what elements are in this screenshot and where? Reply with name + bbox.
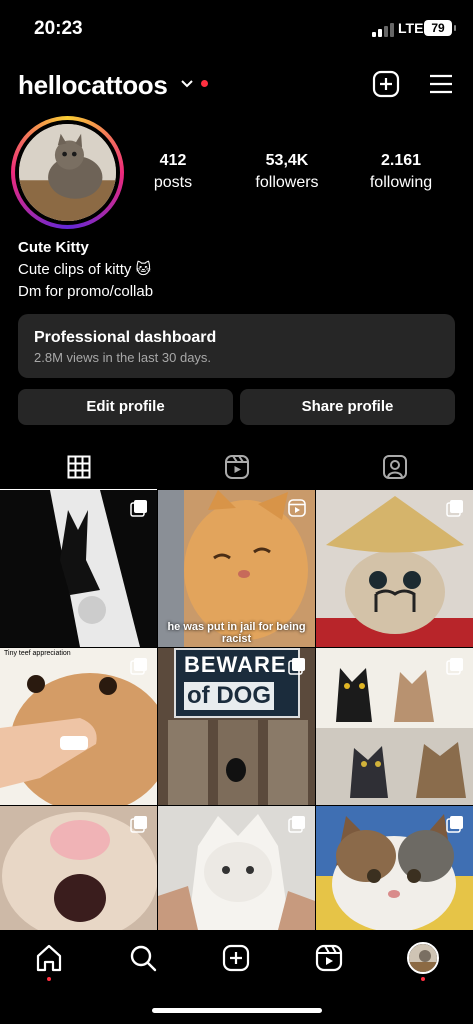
network-label: LTE: [398, 20, 424, 36]
create-icon: [222, 944, 250, 972]
nav-search[interactable]: [127, 942, 159, 974]
dashboard-title: Professional dashboard: [34, 329, 217, 346]
notification-dot: [47, 977, 51, 981]
status-bar: 20:23 LTE 79: [0, 0, 473, 56]
home-indicator: [152, 1008, 322, 1013]
notification-dot: [201, 80, 208, 87]
bio-line: Dm for promo/collab: [18, 283, 154, 300]
post-thumbnail[interactable]: [316, 648, 473, 805]
edit-profile-button[interactable]: Edit profile: [18, 389, 233, 425]
stat-posts[interactable]: 412 posts: [118, 152, 228, 192]
profile-avatar-ring[interactable]: [11, 116, 124, 229]
post-thumbnail[interactable]: he was put in jail for being racist: [158, 490, 315, 647]
following-count: 2.161: [380, 152, 422, 169]
clock: 20:23: [34, 18, 83, 39]
carousel-icon: [130, 815, 148, 833]
post-thumbnail[interactable]: [316, 806, 473, 930]
nav-profile[interactable]: [407, 942, 439, 974]
post-thumbnail[interactable]: [0, 490, 157, 647]
carousel-icon: [288, 815, 306, 833]
reel-icon: [288, 499, 306, 517]
post-thumbnail[interactable]: BEWARE of DOG: [158, 648, 315, 805]
post-thumbnail[interactable]: Tiny teef appreciation: [0, 648, 157, 805]
chevron-down-icon[interactable]: [180, 76, 194, 90]
posts-count: 412: [159, 152, 187, 169]
bio-line: Cute clips of kitty 🐱: [18, 261, 152, 278]
reels-icon: [315, 944, 343, 972]
search-icon: [130, 945, 157, 972]
post-thumbnail[interactable]: [316, 490, 473, 647]
tagged-icon: [382, 455, 407, 479]
battery-icon: 79: [424, 20, 456, 36]
reels-icon: [224, 455, 249, 479]
dashboard-subtitle: 2.8M views in the last 30 days.: [34, 350, 212, 365]
username[interactable]: hellocattoos: [18, 70, 168, 101]
professional-dashboard[interactable]: Professional dashboard 2.8M views in the…: [18, 314, 455, 378]
nav-reels[interactable]: [313, 942, 345, 974]
tab-tagged[interactable]: [316, 444, 473, 490]
nav-home[interactable]: [33, 942, 65, 974]
carousel-icon: [446, 657, 464, 675]
carousel-icon: [446, 815, 464, 833]
post-text: Tiny teef appreciation: [4, 650, 71, 657]
carousel-icon: [130, 499, 148, 517]
post-thumbnail[interactable]: [0, 806, 157, 930]
tab-reels[interactable]: [158, 444, 315, 490]
signal-icon: [372, 23, 394, 37]
followers-label: followers: [255, 174, 319, 191]
display-name: Cute Kitty: [18, 239, 89, 256]
carousel-icon: [130, 657, 148, 675]
post-caption: he was put in jail for being racist: [167, 621, 306, 645]
sign-text: of DOG: [184, 682, 274, 710]
bio: Cute Kitty Cute clips of kitty 🐱 Dm for …: [18, 237, 153, 303]
grid-icon: [67, 455, 90, 478]
sign-text: BEWARE: [184, 652, 287, 677]
carousel-icon: [288, 657, 306, 675]
notification-dot: [421, 977, 425, 981]
nav-create[interactable]: [220, 942, 252, 974]
profile-tabs: [0, 444, 473, 490]
posts-label: posts: [153, 174, 193, 191]
create-icon[interactable]: [372, 70, 400, 98]
profile-avatar: [19, 124, 116, 221]
followers-count: 53,4K: [265, 152, 309, 169]
stat-following[interactable]: 2.161 following: [346, 152, 456, 192]
following-label: following: [369, 174, 433, 191]
post-thumbnail[interactable]: [158, 806, 315, 930]
menu-icon[interactable]: [428, 72, 454, 96]
profile-header: hellocattoos: [0, 62, 473, 108]
carousel-icon: [446, 499, 464, 517]
profile-avatar: [409, 944, 437, 972]
beware-sign: BEWARE of DOG: [174, 648, 300, 718]
stat-followers[interactable]: 53,4K followers: [232, 152, 342, 192]
tab-posts[interactable]: [0, 444, 157, 490]
share-profile-button[interactable]: Share profile: [240, 389, 455, 425]
posts-grid: he was put in jail for being racist Tiny…: [0, 490, 473, 930]
home-icon: [36, 944, 62, 972]
